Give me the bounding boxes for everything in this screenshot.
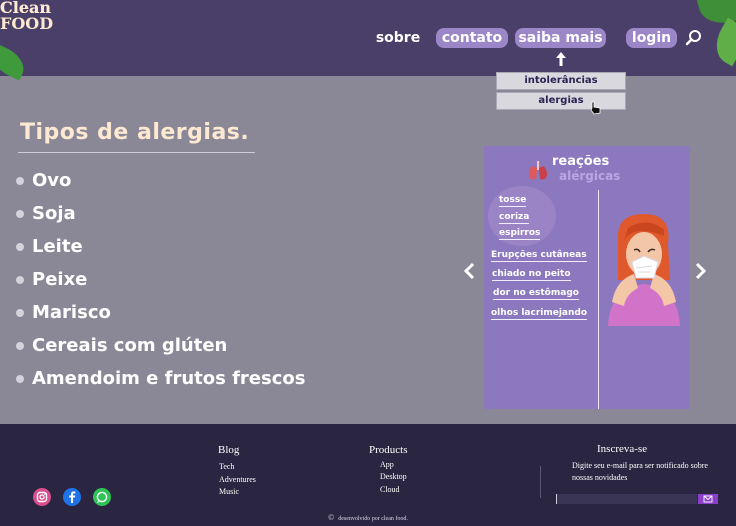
list-item: Marisco: [16, 296, 305, 329]
symptom-item: olhos lacrimejando: [491, 308, 588, 320]
footer-link-adventures[interactable]: Adventures: [219, 475, 256, 484]
allergy-list: Ovo Soja Leite Peixe Marisco Cereais com…: [16, 164, 305, 395]
copyright-icon: ©: [328, 513, 335, 522]
card-title: reações: [552, 154, 610, 169]
footer-products-heading: Products: [369, 444, 408, 456]
footer-link-app[interactable]: App: [380, 460, 394, 469]
symptom-item: espirros: [499, 228, 541, 240]
footer-logo[interactable]: Clean FOOD: [0, 0, 53, 32]
footer-logo-line2: FOOD: [0, 14, 54, 33]
hand-pointer-icon: [588, 100, 602, 115]
newsletter-heading: Inscreva-se: [597, 443, 648, 455]
lungs-icon: [528, 160, 548, 182]
footer-blog-heading: Blog: [218, 444, 240, 456]
page-title: Tipos de alergias.: [20, 120, 250, 145]
allergy-label: Leite: [32, 236, 83, 257]
card-subtitle: alérgicas: [559, 169, 621, 183]
allergy-label: Soja: [32, 203, 76, 224]
allergy-label: Marisco: [32, 302, 111, 323]
search-icon[interactable]: [684, 28, 704, 48]
arrow-up-icon: [555, 51, 567, 67]
whatsapp-icon[interactable]: [93, 488, 111, 506]
allergy-label: Amendoim e frutos frescos: [32, 368, 306, 389]
symptom-item: dor no estômago: [493, 288, 579, 300]
allergy-label: Ovo: [32, 170, 72, 191]
copyright-text: desenvolvido por clean food.: [338, 516, 408, 522]
list-item: Amendoim e frutos frescos: [16, 362, 305, 395]
carousel-next-button[interactable]: [693, 262, 707, 280]
carousel-prev-button[interactable]: [463, 262, 477, 280]
list-item: Leite: [16, 230, 305, 263]
bullet-icon: [16, 176, 24, 185]
bullet-icon: [16, 242, 24, 251]
list-item: Ovo: [16, 164, 305, 197]
symptom-item: coriza: [499, 212, 530, 224]
list-item: Soja: [16, 197, 305, 230]
title-underline: [18, 152, 255, 153]
bullet-icon: [16, 275, 24, 284]
footer-link-music[interactable]: Music: [219, 487, 239, 496]
copyright-bar: © desenvolvido por clean food.: [0, 510, 736, 526]
instagram-icon[interactable]: [33, 488, 51, 506]
newsletter-description: Digite seu e-mail para ser notificado so…: [572, 461, 708, 482]
dropdown-item-alergias[interactable]: alergias: [496, 92, 626, 110]
footer-link-tech[interactable]: Tech: [219, 462, 234, 471]
footer-link-cloud[interactable]: Cloud: [380, 485, 400, 494]
symptom-item: tosse: [499, 195, 527, 207]
list-item: Peixe: [16, 263, 305, 296]
allergy-label: Cereais com glúten: [32, 335, 228, 356]
symptom-item: Erupções cutâneas: [491, 250, 587, 262]
sneezing-woman-illustration: [604, 210, 688, 326]
bullet-icon: [16, 209, 24, 218]
newsletter-email-input[interactable]: [556, 494, 697, 504]
bullet-icon: [16, 374, 24, 383]
bullet-icon: [16, 308, 24, 317]
symptom-item: chiado no peito: [492, 269, 571, 281]
card-divider: [598, 190, 599, 409]
footer-link-desktop[interactable]: Desktop: [380, 472, 407, 481]
footer-divider: [540, 466, 541, 498]
newsletter-submit-button[interactable]: [698, 494, 718, 504]
nav-contato[interactable]: contato: [436, 28, 508, 48]
list-item: Cereais com glúten: [16, 329, 305, 362]
bullet-icon: [16, 341, 24, 350]
dropdown-item-intolerancias[interactable]: intolerâncias: [496, 72, 626, 90]
nav-sobre[interactable]: sobre: [372, 28, 424, 48]
saiba-mais-dropdown: intolerâncias alergias: [496, 72, 626, 112]
nav-login[interactable]: login: [626, 28, 677, 48]
allergy-label: Peixe: [32, 269, 88, 290]
facebook-icon[interactable]: [63, 488, 81, 506]
nav-saiba-mais[interactable]: saiba mais: [515, 28, 606, 48]
